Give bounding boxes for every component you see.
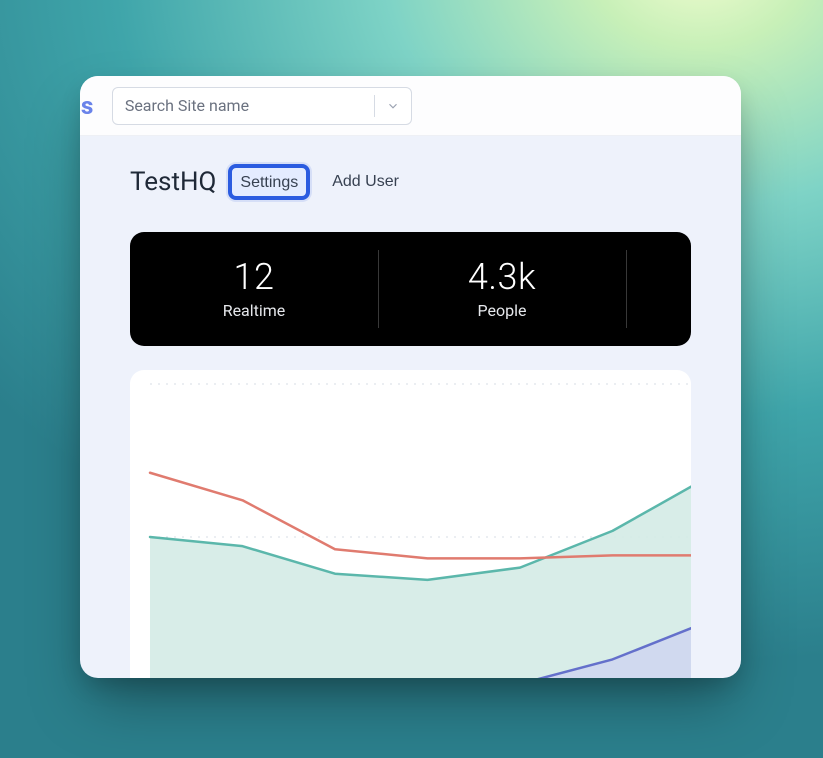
settings-button-highlight: Settings <box>228 164 310 200</box>
app-card: cs Search Site name TestHQ Settings Add … <box>80 76 741 678</box>
stat-third[interactable]: 10 <box>626 232 691 346</box>
stat-label: People <box>478 301 527 320</box>
chevron-down-icon[interactable] <box>375 88 411 124</box>
settings-button[interactable]: Settings <box>240 174 298 192</box>
stat-realtime[interactable]: 12 Realtime <box>130 232 378 346</box>
site-search-select[interactable]: Search Site name <box>112 87 412 125</box>
site-title: TestHQ <box>130 167 216 197</box>
trend-chart <box>130 370 691 678</box>
stats-bar: 12 Realtime 4.3k People 10 <box>130 232 691 346</box>
logo-fragment: cs <box>80 92 94 120</box>
stat-value: 4.3k <box>468 258 536 298</box>
stat-value: 12 <box>234 258 275 298</box>
top-bar: cs Search Site name <box>80 76 741 136</box>
site-search-placeholder: Search Site name <box>113 88 374 124</box>
stat-people[interactable]: 4.3k People <box>378 232 626 346</box>
stat-label: Realtime <box>223 301 286 320</box>
page-header: TestHQ Settings Add User <box>80 136 741 200</box>
add-user-button[interactable]: Add User <box>322 167 409 197</box>
